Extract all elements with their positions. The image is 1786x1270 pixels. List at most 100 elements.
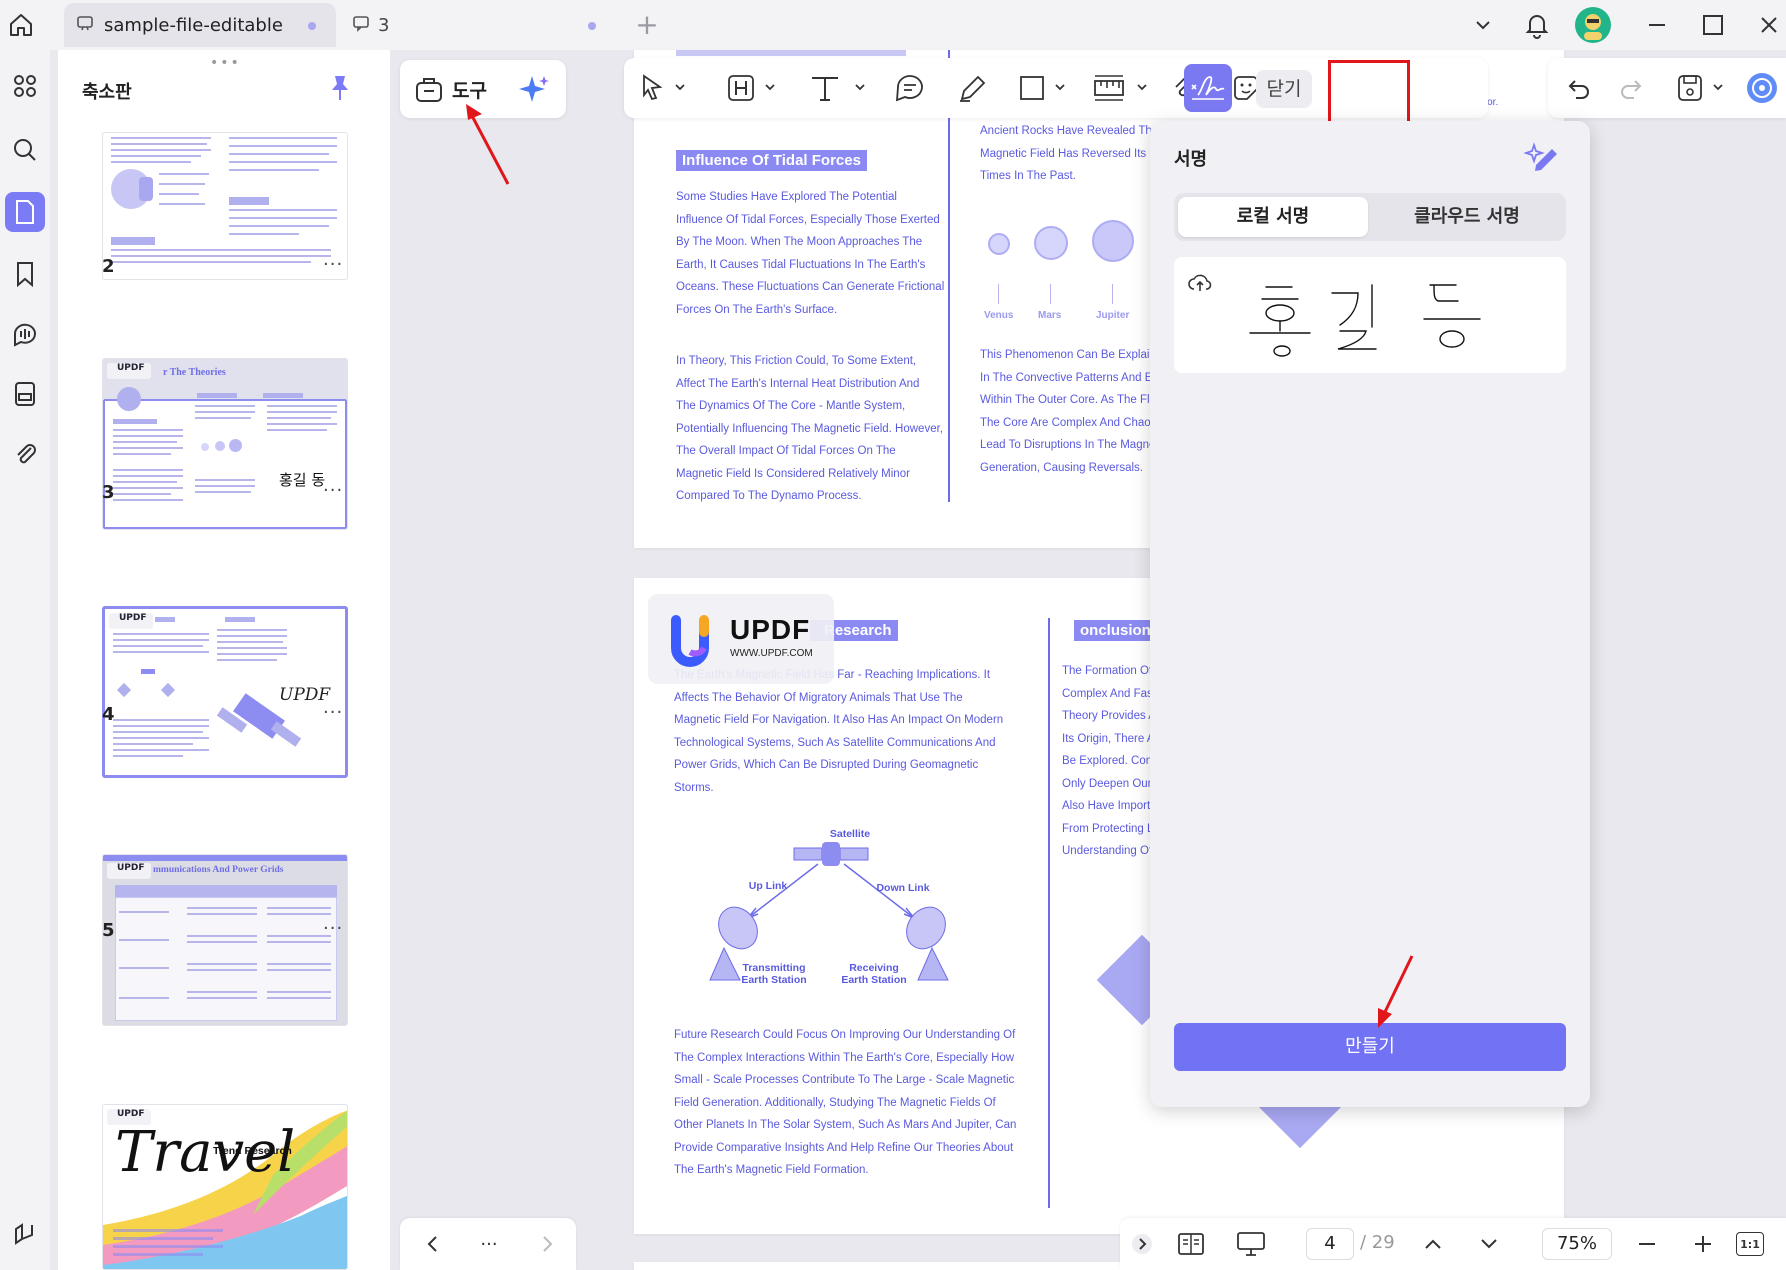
paragraph: Ancient Rocks Have Revealed That Magnetic… <box>980 125 1164 182</box>
next-arrow-icon[interactable] <box>534 1228 560 1260</box>
drag-handle[interactable]: ••• <box>210 55 241 71</box>
paragraph: This Phenomenon Can Be Explained In The C… <box>980 349 1169 474</box>
section-heading: Influence Of Tidal Forces <box>676 150 867 171</box>
page-number: 3 <box>102 482 115 503</box>
signature-drawing <box>1249 284 1481 357</box>
close-window-icon[interactable] <box>1754 10 1784 40</box>
comment-tool-icon[interactable] <box>892 70 928 106</box>
planet-label: Jupiter <box>1096 310 1130 321</box>
thumbnail-page-4[interactable]: UPDF UPDF <box>102 606 348 778</box>
new-tab-button[interactable]: + <box>634 8 660 42</box>
collapse-arrow-icon[interactable] <box>1130 1228 1154 1260</box>
tab-comments[interactable]: 3 <box>348 3 610 47</box>
maximize-icon[interactable] <box>1698 10 1728 40</box>
diagram-label: Up Link <box>748 880 788 892</box>
redo-icon[interactable] <box>1616 70 1646 106</box>
bell-icon[interactable] <box>1522 10 1552 40</box>
prev-page-icon[interactable] <box>1420 1228 1446 1260</box>
updf-logo: UPDF <box>109 613 153 629</box>
signature-tool-button[interactable] <box>1184 64 1232 112</box>
page-more-button[interactable]: ··· <box>323 918 343 939</box>
tab-local-signature[interactable]: 로컬 서명 <box>1178 197 1368 237</box>
annotation-arrow <box>1378 955 1414 1028</box>
left-tool-rail <box>0 50 50 1270</box>
tab-document[interactable]: sample-file-editable <box>64 3 336 47</box>
pin-icon[interactable] <box>328 74 352 102</box>
thumbnail-page-5[interactable]: UPDF mmunications And Power Grids <box>102 854 348 1026</box>
updf-logo: UPDF <box>107 363 151 379</box>
thumbnail-page-2[interactable] <box>102 132 348 280</box>
search-icon[interactable] <box>5 130 45 170</box>
grid-view-icon[interactable] <box>5 66 45 106</box>
unsaved-dot <box>588 22 596 30</box>
saved-signature-card[interactable] <box>1174 257 1566 373</box>
thumbnail-page-3[interactable]: UPDF r The Theories 홍길 동 <box>102 358 348 530</box>
thumbnail-signature: 홍길 동 <box>279 471 326 489</box>
thumbnails-icon[interactable] <box>5 192 45 232</box>
comment-icon <box>352 14 370 36</box>
diagram-label: Transmitting Earth Station <box>741 962 807 986</box>
page-navigator: ··· <box>400 1218 576 1270</box>
thumbnail-panel-title: 축소판 <box>82 82 132 103</box>
minimize-icon[interactable] <box>1642 10 1672 40</box>
add-signature-icon[interactable] <box>1523 139 1560 175</box>
home-icon[interactable] <box>6 10 36 40</box>
section-heading: onclusion <box>1074 620 1157 641</box>
planet-label: Mars <box>1038 310 1062 321</box>
zoom-in-icon[interactable] <box>1690 1228 1716 1260</box>
updf-url: WWW.UPDF.COM <box>730 648 813 659</box>
measure-tool-button[interactable] <box>1090 70 1154 106</box>
thumbnail-heading: mmunications And Power Grids <box>153 865 284 875</box>
page-more-button[interactable]: ··· <box>323 702 343 723</box>
chevron-down-icon[interactable] <box>1468 10 1498 40</box>
zoom-out-icon[interactable] <box>1634 1228 1660 1260</box>
updf-brand: UPDF <box>730 614 811 645</box>
paragraph: In Theory, This Friction Could, To Some … <box>676 355 943 502</box>
ai-assistant-icon[interactable] <box>1744 70 1780 106</box>
save-button[interactable] <box>1674 70 1730 106</box>
page-more-button[interactable]: ··· <box>323 480 343 501</box>
actual-size-button[interactable]: 1:1 <box>1736 1232 1764 1256</box>
diagram-label: Satellite <box>829 828 871 840</box>
undo-icon[interactable] <box>1564 70 1594 106</box>
next-page-icon[interactable] <box>1476 1228 1502 1260</box>
signature-panel-title: 서명 <box>1174 149 1208 170</box>
paragraph: The Formation Of T Complex And Fasc Theory… <box>1062 665 1163 857</box>
paragraph: Future Research Could Focus On Improving… <box>674 1029 1017 1176</box>
history-toolbar <box>1548 58 1786 118</box>
planet-label: Venus <box>984 310 1014 321</box>
signature-source-tabs: 로컬 서명 클라우드 서명 <box>1174 193 1566 241</box>
paragraph: Some Studies Have Explored The Potential… <box>676 191 945 316</box>
tab-comments-count: 3 <box>378 14 390 36</box>
ai-sparkle-icon[interactable] <box>518 74 550 108</box>
text-tool-button[interactable] <box>806 70 868 106</box>
layers-icon[interactable] <box>5 1214 45 1254</box>
pencil-tool-icon[interactable] <box>954 70 990 106</box>
highlight-tool-button[interactable] <box>724 70 780 106</box>
tab-cloud-signature[interactable]: 클라우드 서명 <box>1372 197 1562 237</box>
tab-document-label: sample-file-editable <box>104 14 283 36</box>
page-number: 2 <box>102 256 115 277</box>
select-tool-button[interactable] <box>638 70 688 106</box>
cloud-upload-icon[interactable] <box>1188 271 1212 295</box>
page-nav-more[interactable]: ··· <box>474 1228 504 1260</box>
close-toolbar-button[interactable]: 닫기 <box>1256 70 1312 108</box>
tools-label: 도구 <box>452 80 487 102</box>
thumbnail-page-6[interactable]: UPDF Travel Trend Research <box>102 1104 348 1270</box>
status-bar: 4 / 29 75% 1:1 <box>1120 1218 1786 1270</box>
current-page-input[interactable]: 4 <box>1306 1228 1354 1260</box>
zoom-level[interactable]: 75% <box>1542 1228 1612 1260</box>
forms-icon[interactable] <box>5 374 45 414</box>
diagram-label: Down Link <box>876 882 930 894</box>
avatar[interactable] <box>1574 6 1612 44</box>
page-layout-icon[interactable] <box>1176 1228 1206 1260</box>
presentation-icon[interactable] <box>1234 1228 1268 1260</box>
bookmark-icon[interactable] <box>5 254 45 294</box>
page-number: 5 <box>102 920 115 941</box>
page-more-button[interactable]: ··· <box>323 254 343 275</box>
create-signature-button[interactable]: 만들기 <box>1174 1023 1566 1071</box>
prev-arrow-icon[interactable] <box>420 1228 446 1260</box>
comments-panel-icon[interactable] <box>5 314 45 354</box>
attachment-icon[interactable] <box>5 434 45 474</box>
shape-tool-button[interactable] <box>1016 70 1072 106</box>
